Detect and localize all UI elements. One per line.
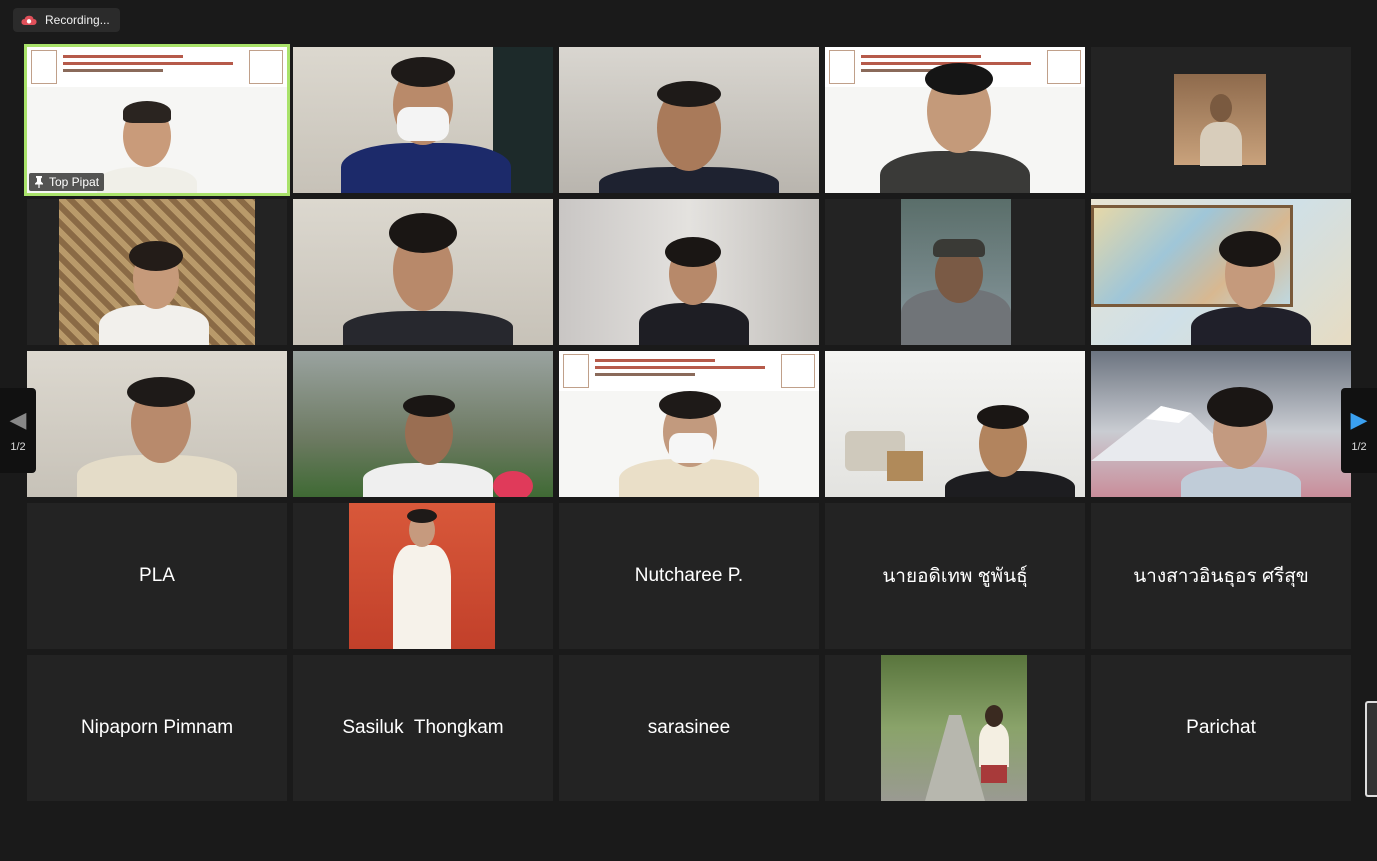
participant-video [27, 47, 287, 193]
participant-video [901, 199, 1011, 345]
participant-name: Sasiluk Thongkam [342, 717, 504, 738]
participant-name: sarasinee [647, 717, 731, 738]
profile-picture [881, 655, 1027, 801]
participant-tile[interactable] [825, 351, 1085, 497]
participant-tile[interactable]: Nutcharee P. [559, 503, 819, 649]
participant-name: Nutcharee P. [634, 565, 744, 586]
participant-tile[interactable]: PLA [27, 503, 287, 649]
participant-video [27, 351, 287, 497]
participant-tile-avatar[interactable] [825, 655, 1085, 801]
project-banner [27, 47, 287, 87]
previous-page-button[interactable]: ◀ 1/2 [0, 388, 36, 473]
participant-name-pill: Top Pipat [29, 173, 105, 191]
participant-name: Top Pipat [49, 175, 100, 189]
next-page-button[interactable]: ▶ 1/2 [1341, 388, 1377, 473]
participant-tile[interactable] [559, 199, 819, 345]
participant-tile[interactable] [559, 47, 819, 193]
participant-tile[interactable] [825, 47, 1085, 193]
participant-video [293, 199, 553, 345]
participant-video [293, 47, 553, 193]
arrow-right-icon: ▶ [1350, 406, 1368, 432]
participant-tile[interactable] [293, 47, 553, 193]
participant-video [825, 351, 1085, 497]
participant-tile[interactable] [1091, 199, 1351, 345]
participant-video [293, 351, 553, 497]
participant-video [1091, 351, 1351, 497]
page-indicator-right: 1/2 [1351, 440, 1367, 453]
participant-name: นางสาวอินธุอร ศรีสุข [1133, 566, 1309, 587]
arrow-left-icon: ◀ [9, 406, 27, 432]
participant-tile-avatar[interactable] [1091, 47, 1351, 193]
participant-video [559, 47, 819, 193]
participant-video [1091, 199, 1351, 345]
participant-tile[interactable]: Parichat [1091, 655, 1351, 801]
participant-name: Nipaporn Pimnam [80, 717, 234, 738]
participant-tile-top-pipat[interactable]: Top Pipat [24, 44, 290, 196]
profile-picture [1174, 74, 1266, 166]
participant-video [559, 351, 819, 497]
profile-picture [349, 503, 495, 649]
participant-tile[interactable]: นายอดิเทพ ชูพันธุ์ [825, 503, 1085, 649]
participant-tile[interactable] [293, 351, 553, 497]
participant-tile[interactable] [1091, 351, 1351, 497]
participant-name: นายอดิเทพ ชูพันธุ์ [882, 566, 1028, 587]
participant-tile[interactable] [825, 199, 1085, 345]
participant-name: Parichat [1186, 717, 1256, 738]
project-banner [559, 351, 819, 391]
participant-video [559, 199, 819, 345]
cloud-recording-icon [21, 15, 37, 25]
page-indicator-left: 1/2 [10, 440, 26, 453]
participant-video [59, 199, 255, 345]
pin-icon [35, 176, 43, 188]
recording-indicator[interactable]: Recording... [13, 8, 120, 32]
participant-name: PLA [139, 565, 175, 586]
participant-tile-avatar[interactable] [293, 503, 553, 649]
participant-tile[interactable]: Nipaporn Pimnam [27, 655, 287, 801]
participant-tile[interactable]: Sasiluk Thongkam [293, 655, 553, 801]
self-view-thumbnail-handle[interactable] [1365, 701, 1377, 797]
participant-tile[interactable] [559, 351, 819, 497]
participant-tile[interactable] [293, 199, 553, 345]
participant-tile[interactable]: นางสาวอินธุอร ศรีสุข [1091, 503, 1351, 649]
participant-video [825, 47, 1085, 193]
participant-tile[interactable] [27, 351, 287, 497]
participant-tile[interactable]: sarasinee [559, 655, 819, 801]
recording-label: Recording... [45, 13, 110, 27]
participant-tile[interactable] [27, 199, 287, 345]
